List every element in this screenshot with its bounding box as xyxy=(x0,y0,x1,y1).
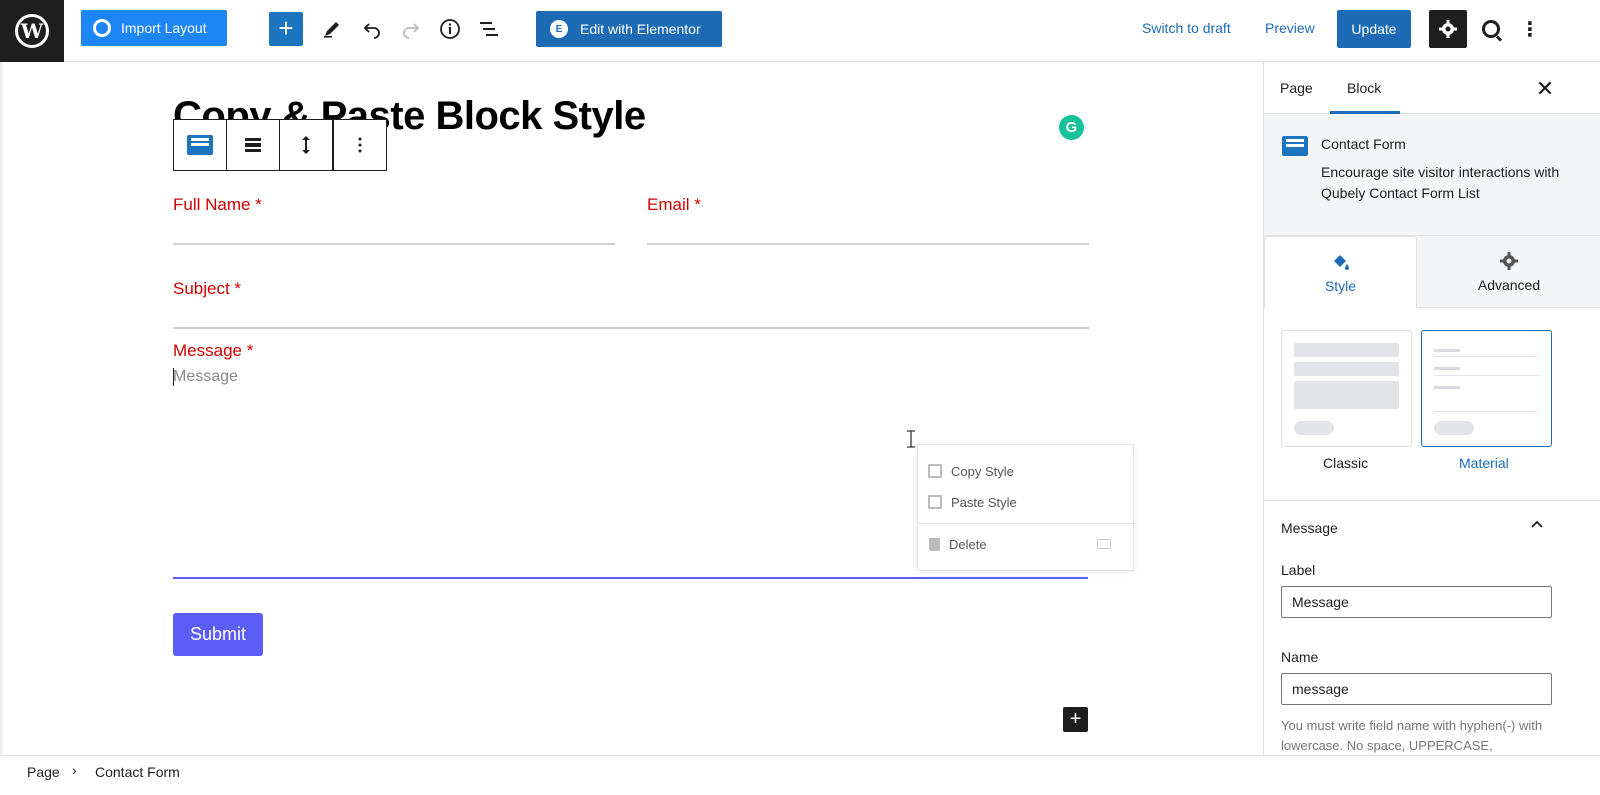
list-view-icon[interactable] xyxy=(474,14,504,44)
label-field-caption: Label xyxy=(1281,562,1316,578)
subject-input[interactable] xyxy=(173,327,1089,329)
tab-advanced-label: Advanced xyxy=(1477,277,1541,293)
redo-icon[interactable] xyxy=(396,14,426,44)
edit-with-elementor-label: Edit with Elementor xyxy=(580,21,701,37)
tab-style[interactable]: Style xyxy=(1264,236,1417,309)
copy-style-menu-item[interactable]: Copy Style xyxy=(928,459,1014,483)
block-type-button[interactable] xyxy=(174,120,227,170)
paste-icon xyxy=(928,495,942,509)
qubely-icon xyxy=(93,19,111,37)
tab-advanced[interactable]: Advanced xyxy=(1417,236,1600,308)
edit-with-elementor-button[interactable]: E Edit with Elementor xyxy=(536,11,722,47)
settings-gear-button[interactable] xyxy=(1429,10,1467,48)
text-cursor-icon xyxy=(906,430,916,453)
settings-sidebar: Page Block ✕ Contact Form Encourage site… xyxy=(1263,62,1600,755)
align-center-icon xyxy=(245,138,261,152)
qubely-icon xyxy=(1482,20,1500,38)
breadcrumb-page[interactable]: Page xyxy=(27,764,60,780)
sidebar-tabs: Page Block ✕ xyxy=(1264,62,1600,114)
message-textarea[interactable]: Message xyxy=(173,368,238,386)
block-options-button[interactable] xyxy=(333,120,386,170)
tab-style-label: Style xyxy=(1324,278,1357,294)
layout-material-label[interactable]: Material xyxy=(1459,455,1509,471)
switch-to-draft-link[interactable]: Switch to draft xyxy=(1142,20,1231,36)
import-layout-label: Import Layout xyxy=(121,20,207,36)
full-name-label: Full Name * xyxy=(173,195,262,214)
paste-style-label: Paste Style xyxy=(951,494,1017,510)
append-block-button[interactable]: + xyxy=(1063,707,1088,732)
top-toolbar: W Import Layout + E Edit with Elementor … xyxy=(0,0,1600,62)
layout-classic-card[interactable] xyxy=(1281,330,1412,447)
subject-label: Subject * xyxy=(173,279,242,298)
message-label: Message * xyxy=(173,341,254,360)
breadcrumb-contact-form[interactable]: Contact Form xyxy=(95,764,180,780)
update-button[interactable]: Update xyxy=(1337,10,1411,48)
delete-label: Delete xyxy=(949,536,987,552)
name-input[interactable]: message xyxy=(1281,673,1552,705)
menu-separator xyxy=(918,523,1133,524)
grammarly-icon[interactable]: G xyxy=(1059,115,1084,140)
delete-shortcut-icon xyxy=(1097,539,1111,549)
gear-icon xyxy=(1500,252,1518,270)
edit-pencil-icon[interactable] xyxy=(317,14,347,44)
move-button[interactable] xyxy=(279,119,334,171)
text-caret xyxy=(173,368,174,386)
align-button[interactable] xyxy=(227,120,280,170)
close-sidebar-button[interactable]: ✕ xyxy=(1530,74,1560,104)
paint-bucket-icon xyxy=(1333,255,1349,270)
block-card: Contact Form Encourage site visitor inte… xyxy=(1264,114,1600,236)
full-name-input[interactable] xyxy=(173,243,615,245)
breadcrumb-bar: Page › Contact Form xyxy=(0,755,1600,795)
block-toolbar xyxy=(173,119,387,171)
block-title: Contact Form xyxy=(1321,136,1406,152)
message-panel-title[interactable]: Message xyxy=(1281,520,1338,536)
contact-form-icon xyxy=(1282,136,1308,156)
left-rail xyxy=(0,62,3,755)
import-layout-button[interactable]: Import Layout xyxy=(81,10,227,46)
layout-classic-label[interactable]: Classic xyxy=(1323,455,1368,471)
layout-material-card[interactable] xyxy=(1421,330,1552,447)
message-underline xyxy=(173,577,1088,579)
gear-icon xyxy=(1439,20,1457,38)
breadcrumb-separator: › xyxy=(72,762,77,778)
tab-page[interactable]: Page xyxy=(1280,80,1313,96)
vertical-ellipsis-icon xyxy=(358,137,361,153)
paste-style-menu-item[interactable]: Paste Style xyxy=(928,490,1017,514)
add-block-button[interactable]: + xyxy=(269,12,303,46)
style-advanced-tabs: Style Advanced xyxy=(1264,236,1600,309)
block-description: Encourage site visitor interactions with… xyxy=(1321,164,1560,201)
label-input[interactable]: Message xyxy=(1281,586,1552,618)
copy-style-label: Copy Style xyxy=(951,463,1014,479)
wordpress-icon: W xyxy=(15,14,49,48)
trash-icon xyxy=(929,537,940,551)
tab-block[interactable]: Block xyxy=(1347,80,1381,96)
qubely-settings-button[interactable] xyxy=(1476,14,1506,44)
wordpress-logo-button[interactable]: W xyxy=(0,0,64,62)
copy-icon xyxy=(928,464,942,478)
undo-icon[interactable] xyxy=(357,14,387,44)
chevron-up-icon[interactable] xyxy=(1530,516,1544,534)
email-input[interactable] xyxy=(647,243,1089,245)
delete-menu-item[interactable]: Delete xyxy=(928,532,987,556)
email-label: Email * xyxy=(647,195,701,214)
name-field-caption: Name xyxy=(1281,649,1319,665)
style-panel: Classic Material Message Label Message N… xyxy=(1264,308,1600,755)
contact-form-icon xyxy=(187,135,213,155)
preview-link[interactable]: Preview xyxy=(1265,20,1315,36)
elementor-icon: E xyxy=(550,20,568,38)
context-menu: Copy Style Paste Style Delete xyxy=(917,444,1134,571)
move-arrows-icon xyxy=(302,136,310,154)
panel-divider xyxy=(1264,500,1600,501)
info-icon[interactable] xyxy=(435,14,465,44)
submit-button[interactable]: Submit xyxy=(173,613,263,656)
name-help-text: You must write field name with hyphen(-)… xyxy=(1281,718,1543,753)
more-options-button[interactable]: ⋮ xyxy=(1518,14,1542,44)
